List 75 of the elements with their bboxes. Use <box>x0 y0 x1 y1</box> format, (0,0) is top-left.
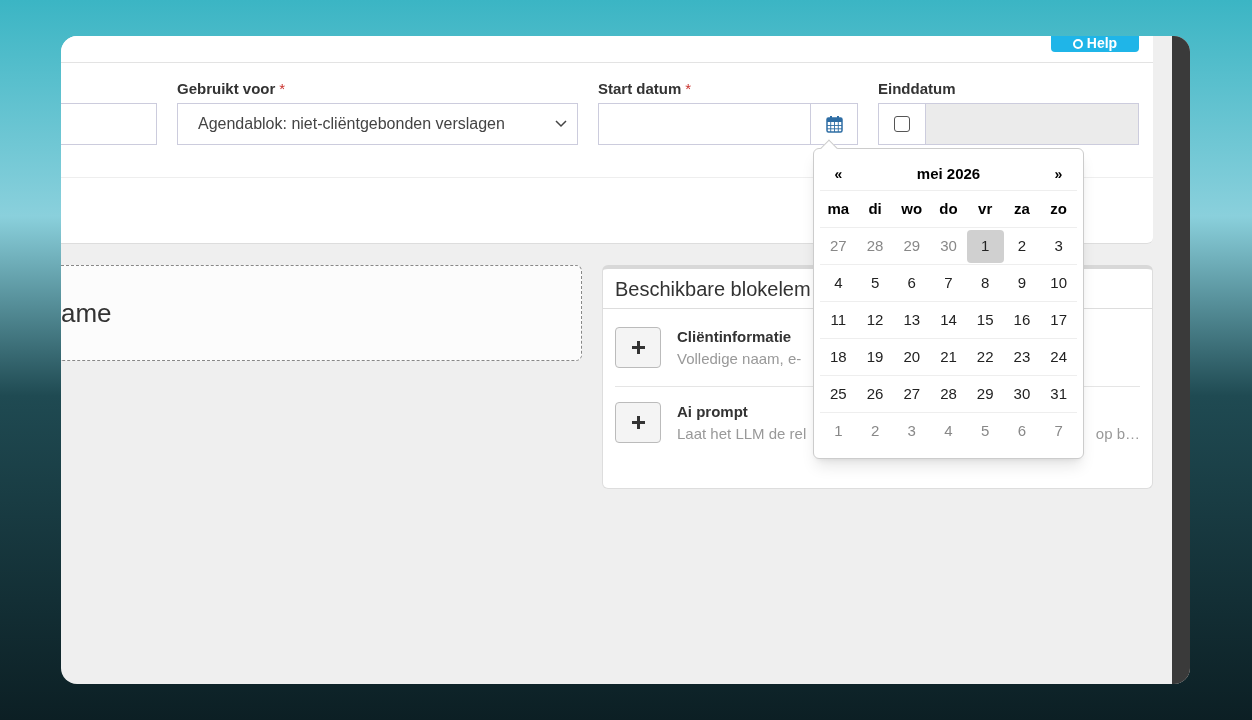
weekday-header: vr <box>977 198 994 219</box>
calendar-day[interactable]: 29 <box>893 229 931 263</box>
calendar-day[interactable]: 29 <box>966 377 1004 411</box>
block-description: op b… <box>1095 424 1140 444</box>
plus-icon <box>631 341 645 354</box>
calendar-day[interactable]: 5 <box>856 266 894 300</box>
used-for-select[interactable]: Agendablok: niet-cliëntgebonden verslagen <box>177 103 578 145</box>
calendar-day[interactable]: 9 <box>1003 266 1041 300</box>
name-text: ame <box>61 296 112 330</box>
block-description: Volledige naam, e- <box>677 349 802 369</box>
calendar-day[interactable]: 2 <box>856 415 894 448</box>
calendar-day[interactable]: 20 <box>893 340 931 374</box>
calendar-day[interactable]: 3 <box>1040 229 1077 263</box>
add-button[interactable] <box>615 402 661 443</box>
calendar-day[interactable]: 27 <box>820 229 857 263</box>
calendar-day[interactable]: 13 <box>893 303 931 337</box>
previous-month-button[interactable]: « <box>820 164 857 185</box>
calendar-day[interactable]: 25 <box>820 377 857 411</box>
calendar-day[interactable]: 3 <box>893 415 931 448</box>
start-date-field[interactable] <box>598 103 811 145</box>
calendar-day[interactable]: 8 <box>966 266 1004 300</box>
calendar-day[interactable]: 7 <box>930 266 967 300</box>
calendar-day[interactable]: 12 <box>856 303 894 337</box>
field-label: Start datum <box>598 78 682 99</box>
calendar-day[interactable]: 2 <box>1003 229 1041 263</box>
field-label: Gebruikt voor <box>177 78 276 99</box>
block-title: Cliëntinformatie <box>677 327 793 347</box>
calendar-day[interactable]: 15 <box>966 303 1004 337</box>
calendar-day[interactable]: 28 <box>856 229 894 263</box>
input-field[interactable] <box>61 103 157 145</box>
calendar-day[interactable]: 23 <box>1003 340 1041 374</box>
weekday-header: do <box>938 198 959 219</box>
calendar-button[interactable] <box>811 103 858 145</box>
calendar-day[interactable]: 26 <box>856 377 894 411</box>
weekday-header: di <box>867 198 883 219</box>
calendar-day[interactable]: 18 <box>820 340 857 374</box>
calendar-day[interactable]: 14 <box>930 303 967 337</box>
calendar-day[interactable]: 7 <box>1040 415 1077 448</box>
calendar-day[interactable]: 30 <box>1003 377 1041 411</box>
calendar-day[interactable]: 22 <box>966 340 1004 374</box>
field-label: Einddatum <box>878 78 956 99</box>
calendar-day[interactable]: 16 <box>1003 303 1041 337</box>
add-button[interactable] <box>615 327 661 368</box>
calendar-day[interactable]: 6 <box>1003 415 1041 448</box>
calendar-day[interactable]: 1 <box>966 229 1004 263</box>
block-title: Ai prompt <box>677 402 749 422</box>
required-mark: * <box>685 78 692 99</box>
chevron-down-icon <box>555 120 567 128</box>
calendar-day[interactable]: 4 <box>930 415 967 448</box>
help-icon <box>1072 38 1083 49</box>
calendar-day[interactable]: 31 <box>1040 377 1077 411</box>
plus-icon <box>631 416 645 429</box>
panel-title: Beschikbare blokelem <box>615 276 811 302</box>
weekday-header: ma <box>826 198 851 219</box>
weekday-header: zo <box>1049 198 1068 219</box>
calendar-day[interactable]: 24 <box>1040 340 1077 374</box>
calendar-day[interactable]: 6 <box>893 266 931 300</box>
month-title: mei 2026 <box>916 164 981 185</box>
calendar-day[interactable]: 1 <box>820 415 857 448</box>
calendar-day[interactable]: 27 <box>893 377 931 411</box>
calendar-day[interactable]: 10 <box>1040 266 1077 300</box>
calendar-day[interactable]: 30 <box>930 229 967 263</box>
calendar-day[interactable]: 5 <box>966 415 1004 448</box>
block-description: Laat het LLM de rel <box>677 424 807 444</box>
calendar-day[interactable]: 28 <box>930 377 967 411</box>
calendar-day[interactable]: 4 <box>820 266 857 300</box>
calendar-icon <box>825 115 843 133</box>
calendar-day[interactable]: 21 <box>930 340 967 374</box>
weekday-header: wo <box>900 198 924 219</box>
calendar-day[interactable]: 17 <box>1040 303 1077 337</box>
calendar-day[interactable]: 11 <box>820 303 857 337</box>
calendar-day[interactable]: 19 <box>856 340 894 374</box>
weekday-header: za <box>1013 198 1031 219</box>
next-month-button[interactable]: » <box>1040 164 1077 185</box>
required-mark: * <box>279 78 286 99</box>
